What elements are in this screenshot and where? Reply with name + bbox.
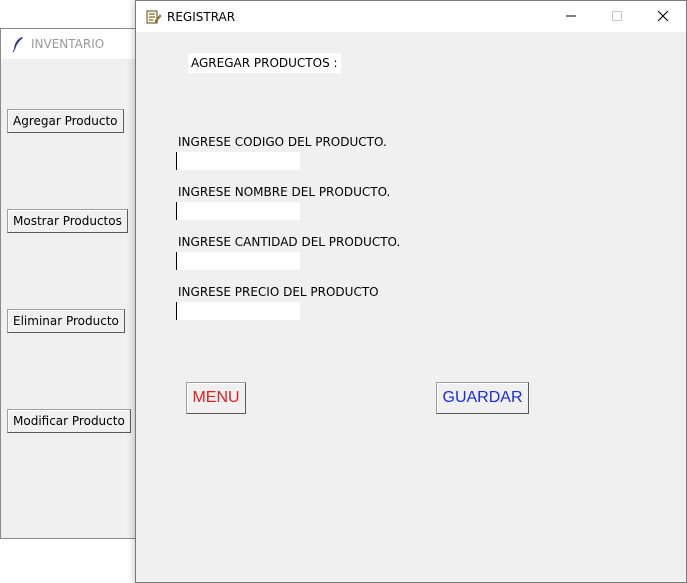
window-controls <box>548 1 686 32</box>
notepad-icon <box>145 9 162 25</box>
nombre-input[interactable] <box>176 202 300 220</box>
eliminar-producto-button[interactable]: Eliminar Producto <box>7 309 125 333</box>
mostrar-productos-button[interactable]: Mostrar Productos <box>7 209 128 233</box>
inventario-window: INVENTARIO Agregar Producto Mostrar Prod… <box>0 28 137 539</box>
maximize-icon <box>611 7 623 26</box>
inventario-title: INVENTARIO <box>31 37 105 51</box>
minimize-button[interactable] <box>548 1 594 32</box>
modificar-producto-button[interactable]: Modificar Producto <box>7 409 131 433</box>
nombre-label: INGRESE NOMBRE DEL PRODUCTO. <box>178 185 391 199</box>
precio-label: INGRESE PRECIO DEL PRODUCTO <box>178 285 379 299</box>
feather-icon <box>11 36 25 53</box>
guardar-button[interactable]: GUARDAR <box>436 382 529 414</box>
menu-button[interactable]: MENU <box>186 382 246 414</box>
registrar-window: REGISTRAR AGREGAR PRODUCTOS: INGRESE CO… <box>135 0 687 583</box>
agregar-producto-button[interactable]: Agregar Producto <box>7 109 124 133</box>
inventario-titlebar[interactable]: INVENTARIO <box>1 29 137 59</box>
codigo-label: INGRESE CODIGO DEL PRODUCTO. <box>178 135 387 149</box>
precio-input[interactable] <box>176 302 300 320</box>
cantidad-label: INGRESE CANTIDAD DEL PRODUCTO. <box>178 235 401 249</box>
registrar-titlebar[interactable]: REGISTRAR <box>136 1 686 32</box>
codigo-input[interactable] <box>176 152 300 170</box>
cantidad-input[interactable] <box>176 252 300 270</box>
close-button[interactable] <box>640 1 686 32</box>
registrar-title: REGISTRAR <box>167 9 236 24</box>
close-icon <box>657 7 669 26</box>
maximize-button[interactable] <box>594 1 640 32</box>
minimize-icon <box>565 7 577 26</box>
agregar-productos-heading: AGREGAR PRODUCTOS : <box>188 53 341 73</box>
